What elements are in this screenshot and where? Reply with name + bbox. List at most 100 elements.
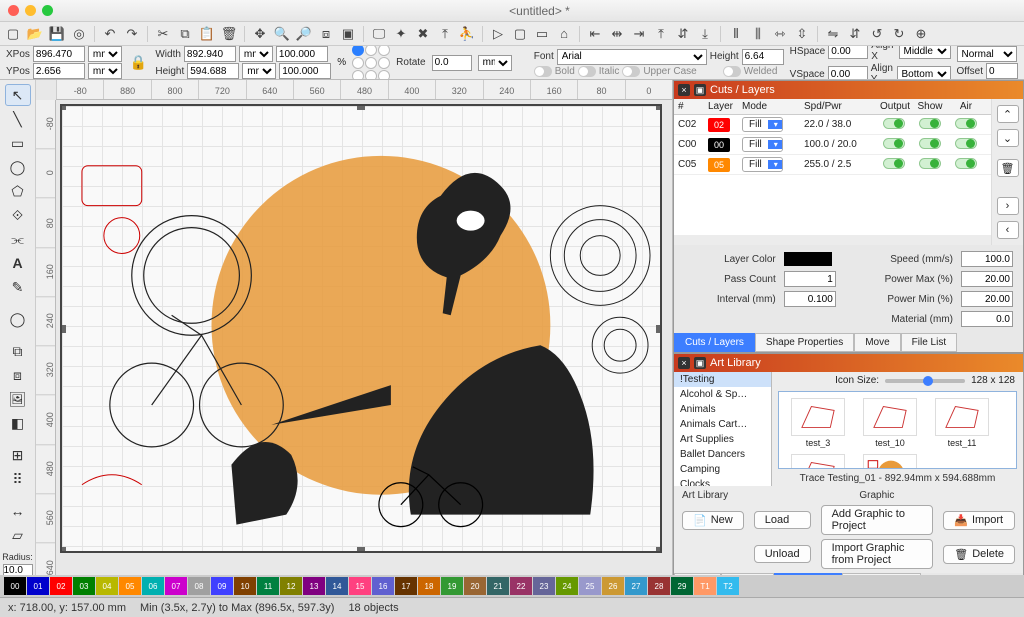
layer-delete-button[interactable]: 🗑: [997, 159, 1019, 177]
offset-tool[interactable]: ◯: [5, 308, 31, 330]
alignx-select[interactable]: Middle: [899, 46, 951, 59]
cuts-tab[interactable]: Shape Properties: [755, 333, 854, 352]
height-input[interactable]: [187, 63, 239, 79]
space-v-icon[interactable]: ⇳: [793, 25, 811, 43]
line-tool[interactable]: ╲: [5, 108, 31, 130]
new-icon[interactable]: ▢: [4, 25, 22, 43]
speed-input[interactable]: [961, 251, 1013, 267]
load-library-button[interactable]: Load: [754, 511, 811, 529]
weld-tool[interactable]: ⧉: [5, 340, 31, 362]
rotate-input[interactable]: [432, 55, 472, 71]
ellipse-tool[interactable]: ◯: [5, 156, 31, 178]
palette-swatch[interactable]: 00: [4, 577, 26, 595]
align-top-icon[interactable]: ⤒: [652, 25, 670, 43]
cuts-row[interactable]: C0202Fill▾22.0 / 38.0: [674, 115, 991, 135]
zoom-out-icon[interactable]: 🔎: [295, 25, 313, 43]
node-tool[interactable]: ⟐: [5, 204, 31, 226]
cuts-row[interactable]: C0000Fill▾100.0 / 20.0: [674, 135, 991, 155]
rotate-r-icon[interactable]: ↻: [890, 25, 908, 43]
boolean-tool[interactable]: ⧈: [5, 364, 31, 386]
shape-tool[interactable]: ▱: [5, 524, 31, 546]
palette-swatch[interactable]: 04: [96, 577, 118, 595]
cuts-tab[interactable]: Move: [854, 333, 900, 352]
palette-swatch[interactable]: 13: [303, 577, 325, 595]
powermax-input[interactable]: [961, 271, 1013, 287]
crosshair-icon[interactable]: ⊕: [912, 25, 930, 43]
tab-tool[interactable]: ⫘: [5, 228, 31, 250]
offset-input[interactable]: [986, 63, 1018, 79]
aligny-select[interactable]: Bottom: [897, 66, 951, 80]
palette-swatch[interactable]: 16: [372, 577, 394, 595]
palette-swatch[interactable]: 20: [464, 577, 486, 595]
align-vcenter-icon[interactable]: ⇵: [674, 25, 692, 43]
align-left-icon[interactable]: ⇤: [586, 25, 604, 43]
palette-swatch[interactable]: 19: [441, 577, 463, 595]
copy-icon[interactable]: ⧉: [176, 25, 194, 43]
palette-swatch[interactable]: T1: [694, 577, 716, 595]
layer-next-button[interactable]: ›: [997, 197, 1019, 215]
minimize-window-icon[interactable]: [25, 5, 36, 16]
settings-icon[interactable]: ✦: [392, 25, 410, 43]
cuts-row[interactable]: C0505Fill▾255.0 / 2.5: [674, 155, 991, 175]
width-pct-input[interactable]: [276, 46, 328, 62]
fheight-input[interactable]: [742, 49, 784, 65]
trace-tool[interactable]: ◧: [5, 412, 31, 434]
lock-aspect-icon[interactable]: 🔒: [130, 54, 147, 71]
import-button[interactable]: 📥 Import: [943, 511, 1015, 530]
height-pct-input[interactable]: [279, 63, 331, 79]
people-icon[interactable]: ⛹: [458, 25, 476, 43]
palette-swatch[interactable]: 26: [602, 577, 624, 595]
artlib-categories[interactable]: !TestingAlcohol & Sp…AnimalsAnimals Cart…: [674, 372, 772, 486]
height-unit[interactable]: mm: [242, 63, 276, 79]
palette-swatch[interactable]: 10: [234, 577, 256, 595]
layer-up-button[interactable]: ⌃: [997, 105, 1019, 123]
artlib-category[interactable]: !Testing: [674, 372, 771, 387]
monitor-icon[interactable]: 🖵: [370, 25, 388, 43]
mirror-v-icon[interactable]: ⇵: [846, 25, 864, 43]
import-graphic-button[interactable]: Import Graphic from Project: [821, 539, 934, 569]
close-panel-icon[interactable]: ×: [678, 84, 690, 96]
space-h-icon[interactable]: ⇿: [771, 25, 789, 43]
new-library-button[interactable]: 📄 New: [682, 511, 744, 530]
zoom-frame-icon[interactable]: ⧈: [317, 25, 335, 43]
material-input[interactable]: [961, 311, 1013, 327]
artlib-category[interactable]: Animals: [674, 402, 771, 417]
dock-panel-icon[interactable]: ▣: [694, 84, 706, 96]
palette-swatch[interactable]: 17: [395, 577, 417, 595]
palette-swatch[interactable]: 18: [418, 577, 440, 595]
palette-swatch[interactable]: 05: [119, 577, 141, 595]
text-tool[interactable]: A: [5, 252, 31, 274]
zoom-sel-icon[interactable]: ▣: [339, 25, 357, 43]
add-graphic-button[interactable]: Add Graphic to Project: [821, 505, 934, 535]
play-icon[interactable]: ▷: [489, 25, 507, 43]
layer-prev-button[interactable]: ‹: [997, 221, 1019, 239]
iconsize-slider[interactable]: [885, 379, 965, 383]
palette-swatch[interactable]: 14: [326, 577, 348, 595]
xpos-unit[interactable]: mm: [88, 46, 122, 62]
palette-swatch[interactable]: 27: [625, 577, 647, 595]
palette-swatch[interactable]: 11: [257, 577, 279, 595]
rect-tool[interactable]: ▭: [5, 132, 31, 154]
align-hcenter-icon[interactable]: ⇹: [608, 25, 626, 43]
undo-icon[interactable]: ↶: [101, 25, 119, 43]
layer-down-button[interactable]: ⌄: [997, 129, 1019, 147]
image-tool[interactable]: 🖼: [5, 388, 31, 410]
palette-swatch[interactable]: 02: [50, 577, 72, 595]
palette-swatch[interactable]: 06: [142, 577, 164, 595]
redo-icon[interactable]: ↷: [123, 25, 141, 43]
passcount-input[interactable]: [784, 271, 836, 287]
rotate-unit[interactable]: mm: [478, 55, 512, 71]
cut-icon[interactable]: ✂: [154, 25, 172, 43]
artlib-item[interactable]: test_20: [785, 454, 851, 469]
pan-icon[interactable]: ✥: [251, 25, 269, 43]
hspace-input[interactable]: [828, 46, 868, 59]
font-select[interactable]: Arial: [557, 49, 707, 65]
zoom-in-icon[interactable]: 🔍: [273, 25, 291, 43]
palette-swatch[interactable]: 21: [487, 577, 509, 595]
welded-toggle[interactable]: Welded: [723, 66, 778, 77]
bold-toggle[interactable]: Bold: [534, 66, 575, 77]
palette-swatch[interactable]: 01: [27, 577, 49, 595]
italic-toggle[interactable]: Italic: [578, 66, 620, 77]
palette-swatch[interactable]: 07: [165, 577, 187, 595]
width-unit[interactable]: mm: [239, 46, 273, 62]
